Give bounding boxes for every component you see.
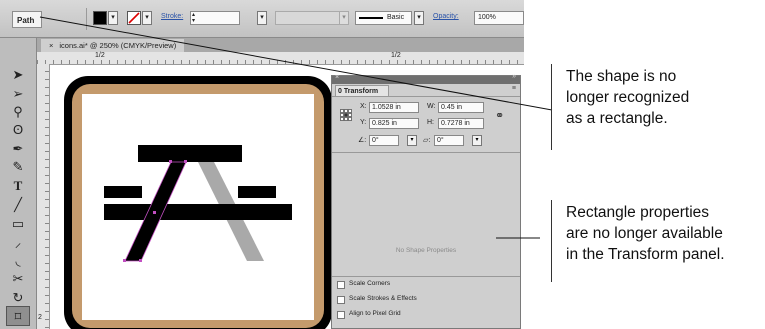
bench-left bbox=[104, 186, 142, 198]
w-field[interactable]: 0.45 in bbox=[438, 102, 484, 113]
transform-panel: × » 0 Transform ≡ X: 1.0528 in W: 0.45 i… bbox=[331, 73, 521, 329]
brush-name: Basic bbox=[387, 14, 405, 21]
anchor-point[interactable] bbox=[184, 160, 187, 163]
selection-tool-icon[interactable]: ➤ bbox=[6, 65, 30, 85]
brush-stroke-icon bbox=[359, 17, 383, 19]
w-label: W: bbox=[427, 103, 436, 110]
lasso-icon[interactable]: ʘ bbox=[6, 120, 30, 140]
no-shape-properties-message: No Shape Properties bbox=[395, 247, 457, 254]
stroke-swatch[interactable] bbox=[127, 11, 141, 25]
x-label: X: bbox=[360, 103, 367, 110]
annotation-line: as a rectangle. bbox=[566, 110, 668, 127]
anchor-point[interactable] bbox=[123, 259, 126, 262]
fill-swatch[interactable] bbox=[93, 11, 107, 25]
center-point bbox=[153, 211, 156, 214]
ruler-mark: 1/2 bbox=[95, 52, 105, 59]
selection-type-label: Path bbox=[12, 11, 42, 28]
brush-dropdown-icon[interactable]: ▾ bbox=[414, 11, 424, 25]
zoom-icon[interactable]: ⚲ bbox=[6, 102, 30, 122]
shear-dropdown-icon[interactable]: ▾ bbox=[472, 135, 482, 146]
annotation-line: in the Transform panel. bbox=[566, 246, 725, 263]
divider bbox=[332, 152, 520, 153]
brush-definition-field[interactable]: Basic bbox=[355, 11, 412, 25]
rectangle-tool-icon[interactable]: ▭ bbox=[6, 214, 30, 234]
document-title: icons.ai* @ 250% (CMYK/Preview) bbox=[59, 41, 177, 50]
no-stroke-icon bbox=[128, 12, 140, 24]
annotation-line: are no longer available bbox=[566, 225, 723, 242]
tools-panel: ➤ ➢ ⚲ ʘ ✒ ✎ T ╱ ▭ ⸝ ◟ ✂ ↻ ⌑ bbox=[0, 38, 37, 329]
divider bbox=[86, 8, 87, 30]
x-field[interactable]: 1.0528 in bbox=[369, 102, 419, 113]
document-tab[interactable]: × icons.ai* @ 250% (CMYK/Preview) bbox=[41, 39, 185, 52]
variable-width-dropdown-icon: ▾ bbox=[339, 11, 349, 25]
h-field[interactable]: 0.7278 in bbox=[438, 118, 484, 129]
stroke-weight-dropdown-icon[interactable]: ▾ bbox=[257, 11, 267, 25]
annotation-bracket bbox=[551, 200, 552, 282]
y-field[interactable]: 0.825 in bbox=[369, 118, 419, 129]
stepper-icon[interactable]: ▴ ▾ bbox=[192, 12, 195, 24]
y-label: Y: bbox=[360, 119, 367, 126]
opacity-field[interactable]: 100% bbox=[474, 11, 524, 25]
opacity-label[interactable]: Opacity: bbox=[433, 13, 459, 20]
line-tool-icon[interactable]: ╱ bbox=[6, 195, 30, 215]
stroke-weight-field[interactable]: ▴ ▾ bbox=[190, 11, 240, 25]
direct-selection-tool-icon[interactable]: ➢ bbox=[6, 84, 30, 104]
divider bbox=[332, 96, 520, 97]
reference-point-icon[interactable] bbox=[340, 109, 352, 121]
divider bbox=[332, 276, 520, 277]
rotate-dropdown-icon[interactable]: ▾ bbox=[407, 135, 417, 146]
document-tab-bar: × icons.ai* @ 250% (CMYK/Preview) bbox=[37, 38, 524, 52]
align-pixel-grid-checkbox[interactable] bbox=[337, 311, 345, 319]
horizontal-ruler[interactable]: 1/2 1/2 bbox=[37, 52, 524, 65]
bench-long bbox=[104, 204, 292, 220]
close-icon[interactable]: × bbox=[49, 41, 53, 50]
vertical-ruler[interactable]: 2 bbox=[37, 64, 50, 329]
close-icon[interactable]: × bbox=[335, 74, 339, 81]
variable-width-field bbox=[275, 11, 348, 25]
h-label: H: bbox=[427, 119, 434, 126]
pen-tool-icon[interactable]: ✒ bbox=[6, 139, 30, 159]
control-bar: Path ▾ ▾ Stroke: ▴ ▾ ▾ ▾ Basic ▾ Opacity:… bbox=[0, 0, 524, 38]
fill-dropdown-icon[interactable]: ▾ bbox=[108, 11, 118, 25]
stroke-label[interactable]: Stroke: bbox=[161, 13, 183, 20]
type-tool-icon[interactable]: T bbox=[6, 176, 30, 196]
scale-strokes-label: Scale Strokes & Effects bbox=[349, 295, 417, 302]
anchor-point[interactable] bbox=[139, 259, 142, 262]
annotation-line: The shape is no bbox=[566, 68, 677, 85]
illustrator-screenshot: Path ▾ ▾ Stroke: ▴ ▾ ▾ ▾ Basic ▾ Opacity:… bbox=[0, 0, 524, 329]
align-pixel-grid-label: Align to Pixel Grid bbox=[349, 310, 401, 317]
blob-brush-icon[interactable]: ◟ bbox=[6, 251, 30, 271]
panel-menu-icon[interactable]: ≡ bbox=[512, 85, 516, 92]
collapse-icon[interactable]: » bbox=[512, 73, 516, 80]
stroke-dropdown-icon[interactable]: ▾ bbox=[142, 11, 152, 25]
pencil-icon[interactable]: ✎ bbox=[6, 157, 30, 177]
bench-right bbox=[238, 186, 276, 198]
ruler-mark: 1/2 bbox=[391, 52, 401, 59]
annotation-bracket bbox=[551, 64, 552, 150]
link-proportions-icon[interactable]: ⚭ bbox=[495, 109, 504, 122]
shear-field[interactable]: 0° bbox=[434, 135, 464, 146]
shear-icon: ▱: bbox=[423, 137, 431, 144]
rotate-field[interactable]: 0° bbox=[369, 135, 399, 146]
anchor-point[interactable] bbox=[169, 160, 172, 163]
scale-corners-checkbox[interactable] bbox=[337, 281, 345, 289]
table-top bbox=[138, 145, 242, 162]
ruler-mark: 2 bbox=[38, 314, 42, 321]
annotation-bottom: Rectangle properties are no longer avail… bbox=[566, 202, 725, 265]
paintbrush-icon[interactable]: ⸝ bbox=[6, 233, 30, 253]
scale-strokes-checkbox[interactable] bbox=[337, 296, 345, 304]
annotation-line: Rectangle properties bbox=[566, 204, 710, 221]
rotate-icon[interactable]: ↻ bbox=[6, 288, 30, 308]
annotation-line: longer recognized bbox=[566, 89, 690, 106]
panel-title-bar[interactable]: × » bbox=[332, 73, 520, 84]
scissors-icon[interactable]: ✂ bbox=[6, 269, 30, 289]
rotate-icon: ∠: bbox=[358, 137, 367, 144]
scale-corners-label: Scale Corners bbox=[349, 280, 391, 287]
annotation-top: The shape is no longer recognized as a r… bbox=[566, 66, 689, 129]
free-transform-icon[interactable]: ⌑ bbox=[6, 306, 30, 326]
